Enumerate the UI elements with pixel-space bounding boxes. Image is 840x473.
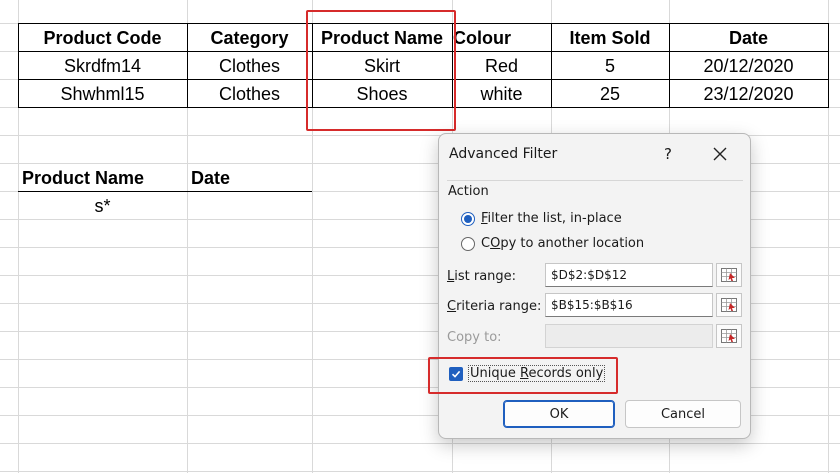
header-date[interactable]: Date xyxy=(669,24,828,52)
copy-to-label: Copy to: xyxy=(447,330,502,345)
criteria-header-product-name[interactable]: Product Name xyxy=(18,164,187,192)
criteria-range-input[interactable]: $B$15:$B$16 xyxy=(545,293,713,317)
table-cell[interactable]: 5 xyxy=(551,52,669,80)
dialog-title: Advanced Filter xyxy=(449,146,558,162)
list-range-label: List range: xyxy=(447,269,517,284)
criteria-value[interactable]: s* xyxy=(18,192,187,220)
table-cell[interactable]: Shwhml15 xyxy=(18,80,187,108)
radio-copy-to-location[interactable]: COpy to another location xyxy=(461,236,644,251)
radio-filter-label: Filter the list, in-place xyxy=(481,211,622,226)
gridline xyxy=(0,443,840,444)
highlight-unique-records xyxy=(428,357,618,394)
close-icon[interactable] xyxy=(704,140,736,168)
radio-selected-icon[interactable] xyxy=(461,211,475,226)
action-group: Action Filter the list, in-place COpy to… xyxy=(447,180,743,307)
header-product-code[interactable]: Product Code xyxy=(18,24,187,52)
list-range-input[interactable]: $D$2:$D$12 xyxy=(545,263,713,287)
table-cell[interactable]: white xyxy=(452,80,551,108)
header-category[interactable]: Category xyxy=(187,24,312,52)
table-cell[interactable]: Clothes xyxy=(187,80,312,108)
table-cell[interactable]: 25 xyxy=(551,80,669,108)
radio-filter-in-place[interactable]: Filter the list, in-place xyxy=(461,211,622,226)
header-item-sold[interactable]: Item Sold xyxy=(551,24,669,52)
range-selector-icon[interactable] xyxy=(716,263,742,287)
range-selector-icon[interactable] xyxy=(716,293,742,317)
table-cell[interactable]: 23/12/2020 xyxy=(669,80,828,108)
table-cell[interactable]: Skrdfm14 xyxy=(18,52,187,80)
ok-button[interactable]: OK xyxy=(503,400,615,428)
gridline xyxy=(0,471,840,472)
action-label: Action xyxy=(448,184,489,199)
table-cell[interactable]: Red xyxy=(452,52,551,80)
header-colour[interactable]: Colour xyxy=(452,24,512,52)
criteria-range-label: Criteria range: xyxy=(447,299,542,314)
highlight-product-name-column xyxy=(306,10,456,131)
cancel-button[interactable]: Cancel xyxy=(625,400,741,428)
radio-copy-label: COpy to another location xyxy=(481,236,645,251)
table-cell[interactable]: Clothes xyxy=(187,52,312,80)
radio-unselected-icon[interactable] xyxy=(461,236,475,251)
table-cell[interactable]: 20/12/2020 xyxy=(669,52,828,80)
range-selector-icon xyxy=(716,324,742,348)
criteria-header-date[interactable]: Date xyxy=(187,164,312,192)
copy-to-input xyxy=(545,324,713,348)
help-button[interactable]: ? xyxy=(654,140,682,168)
